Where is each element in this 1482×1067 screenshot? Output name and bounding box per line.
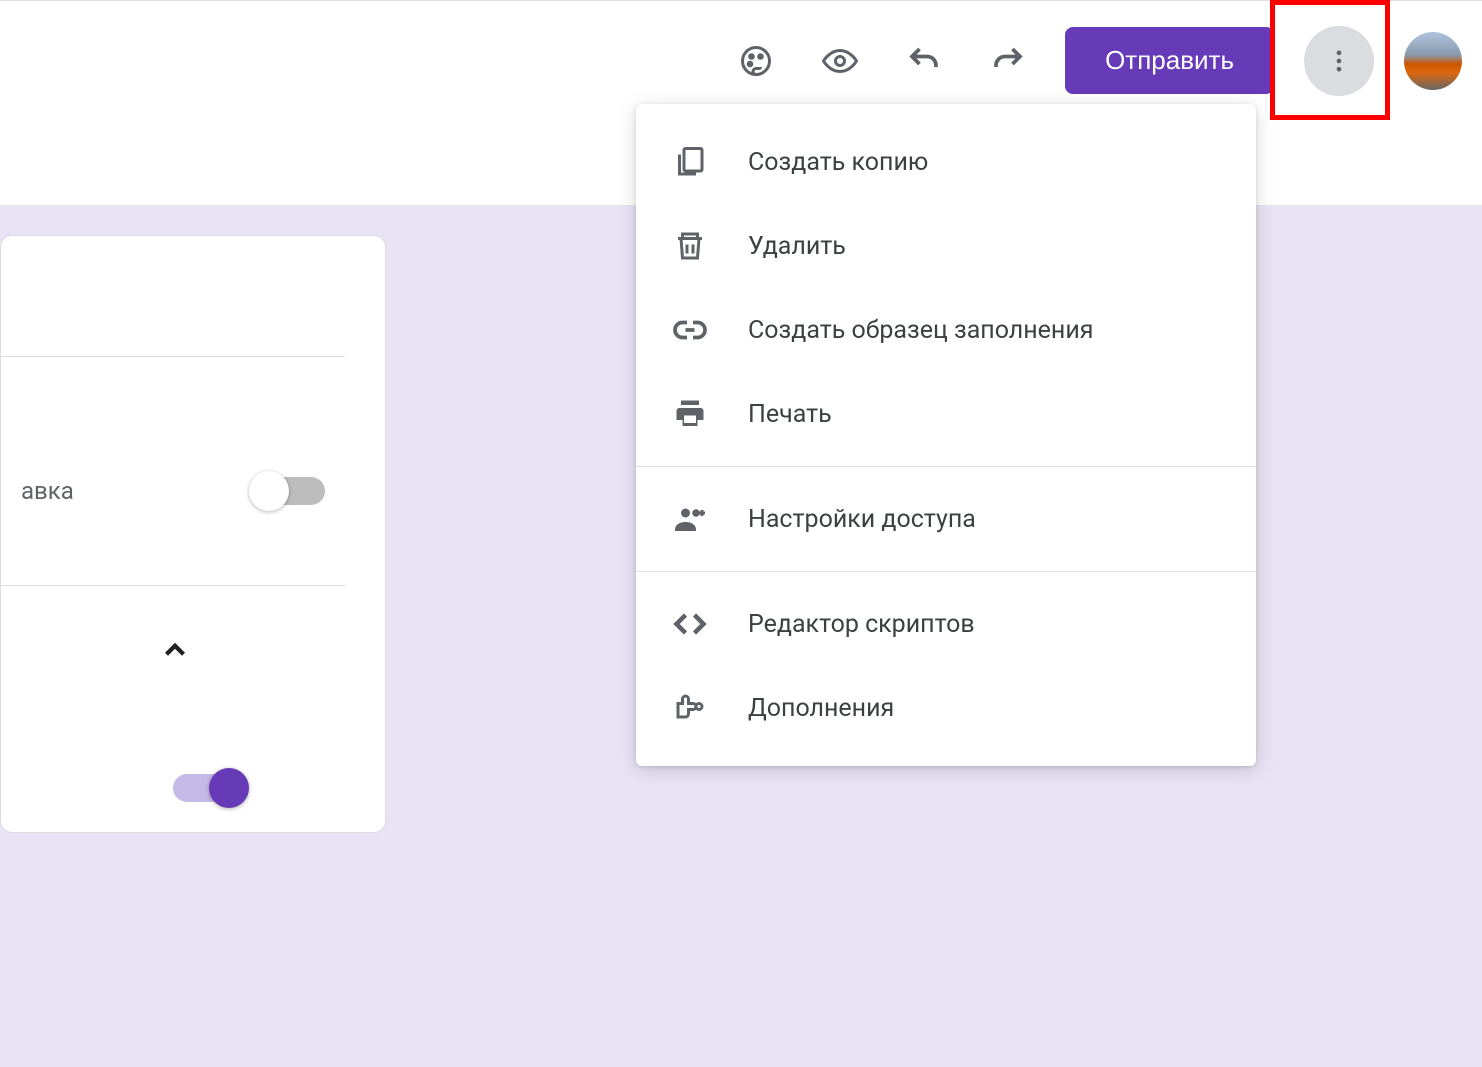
preview-button[interactable] — [813, 34, 867, 88]
copy-icon — [672, 144, 708, 180]
undo-icon — [906, 43, 942, 79]
menu-item-sharing[interactable]: Настройки доступа — [636, 477, 1256, 561]
panel-label: авка — [21, 477, 74, 505]
redo-button[interactable] — [981, 34, 1035, 88]
redo-icon — [990, 43, 1026, 79]
more-button[interactable] — [1304, 26, 1374, 96]
menu-item-delete[interactable]: Удалить — [636, 204, 1256, 288]
chevron-up-icon — [158, 633, 192, 667]
palette-icon — [738, 43, 774, 79]
menu-item-copy[interactable]: Создать копию — [636, 120, 1256, 204]
code-icon — [672, 606, 708, 642]
menu-label: Создать копию — [748, 148, 928, 177]
more-vert-icon — [1325, 47, 1353, 75]
menu-item-print[interactable]: Печать — [636, 372, 1256, 456]
menu-label: Настройки доступа — [748, 505, 976, 534]
menu-label: Дополнения — [748, 694, 894, 723]
more-menu: Создать копию Удалить Создать образец за… — [636, 104, 1256, 766]
theme-button[interactable] — [729, 34, 783, 88]
settings-panel: авка — [0, 235, 386, 833]
print-icon — [672, 396, 708, 432]
trash-icon — [672, 228, 708, 264]
menu-label: Удалить — [748, 232, 846, 261]
menu-label: Создать образец заполнения — [748, 316, 1093, 345]
undo-button[interactable] — [897, 34, 951, 88]
divider — [1, 356, 345, 357]
puzzle-icon — [672, 690, 708, 726]
menu-label: Печать — [748, 400, 832, 429]
person-add-icon — [672, 501, 708, 537]
menu-item-prefilled-link[interactable]: Создать образец заполнения — [636, 288, 1256, 372]
menu-label: Редактор скриптов — [748, 610, 975, 639]
menu-divider — [636, 571, 1256, 572]
toggle-off[interactable] — [253, 477, 325, 505]
menu-item-script-editor[interactable]: Редактор скриптов — [636, 582, 1256, 666]
link-icon — [672, 312, 708, 348]
toolbar: Отправить — [0, 0, 1482, 120]
menu-item-addons[interactable]: Дополнения — [636, 666, 1256, 750]
panel-row: авка — [1, 457, 345, 525]
avatar[interactable] — [1404, 32, 1462, 90]
send-button[interactable]: Отправить — [1065, 27, 1274, 94]
toggle-on[interactable] — [173, 774, 245, 802]
eye-icon — [822, 43, 858, 79]
divider — [1, 585, 345, 586]
collapse-button[interactable] — [151, 626, 199, 674]
menu-divider — [636, 466, 1256, 467]
